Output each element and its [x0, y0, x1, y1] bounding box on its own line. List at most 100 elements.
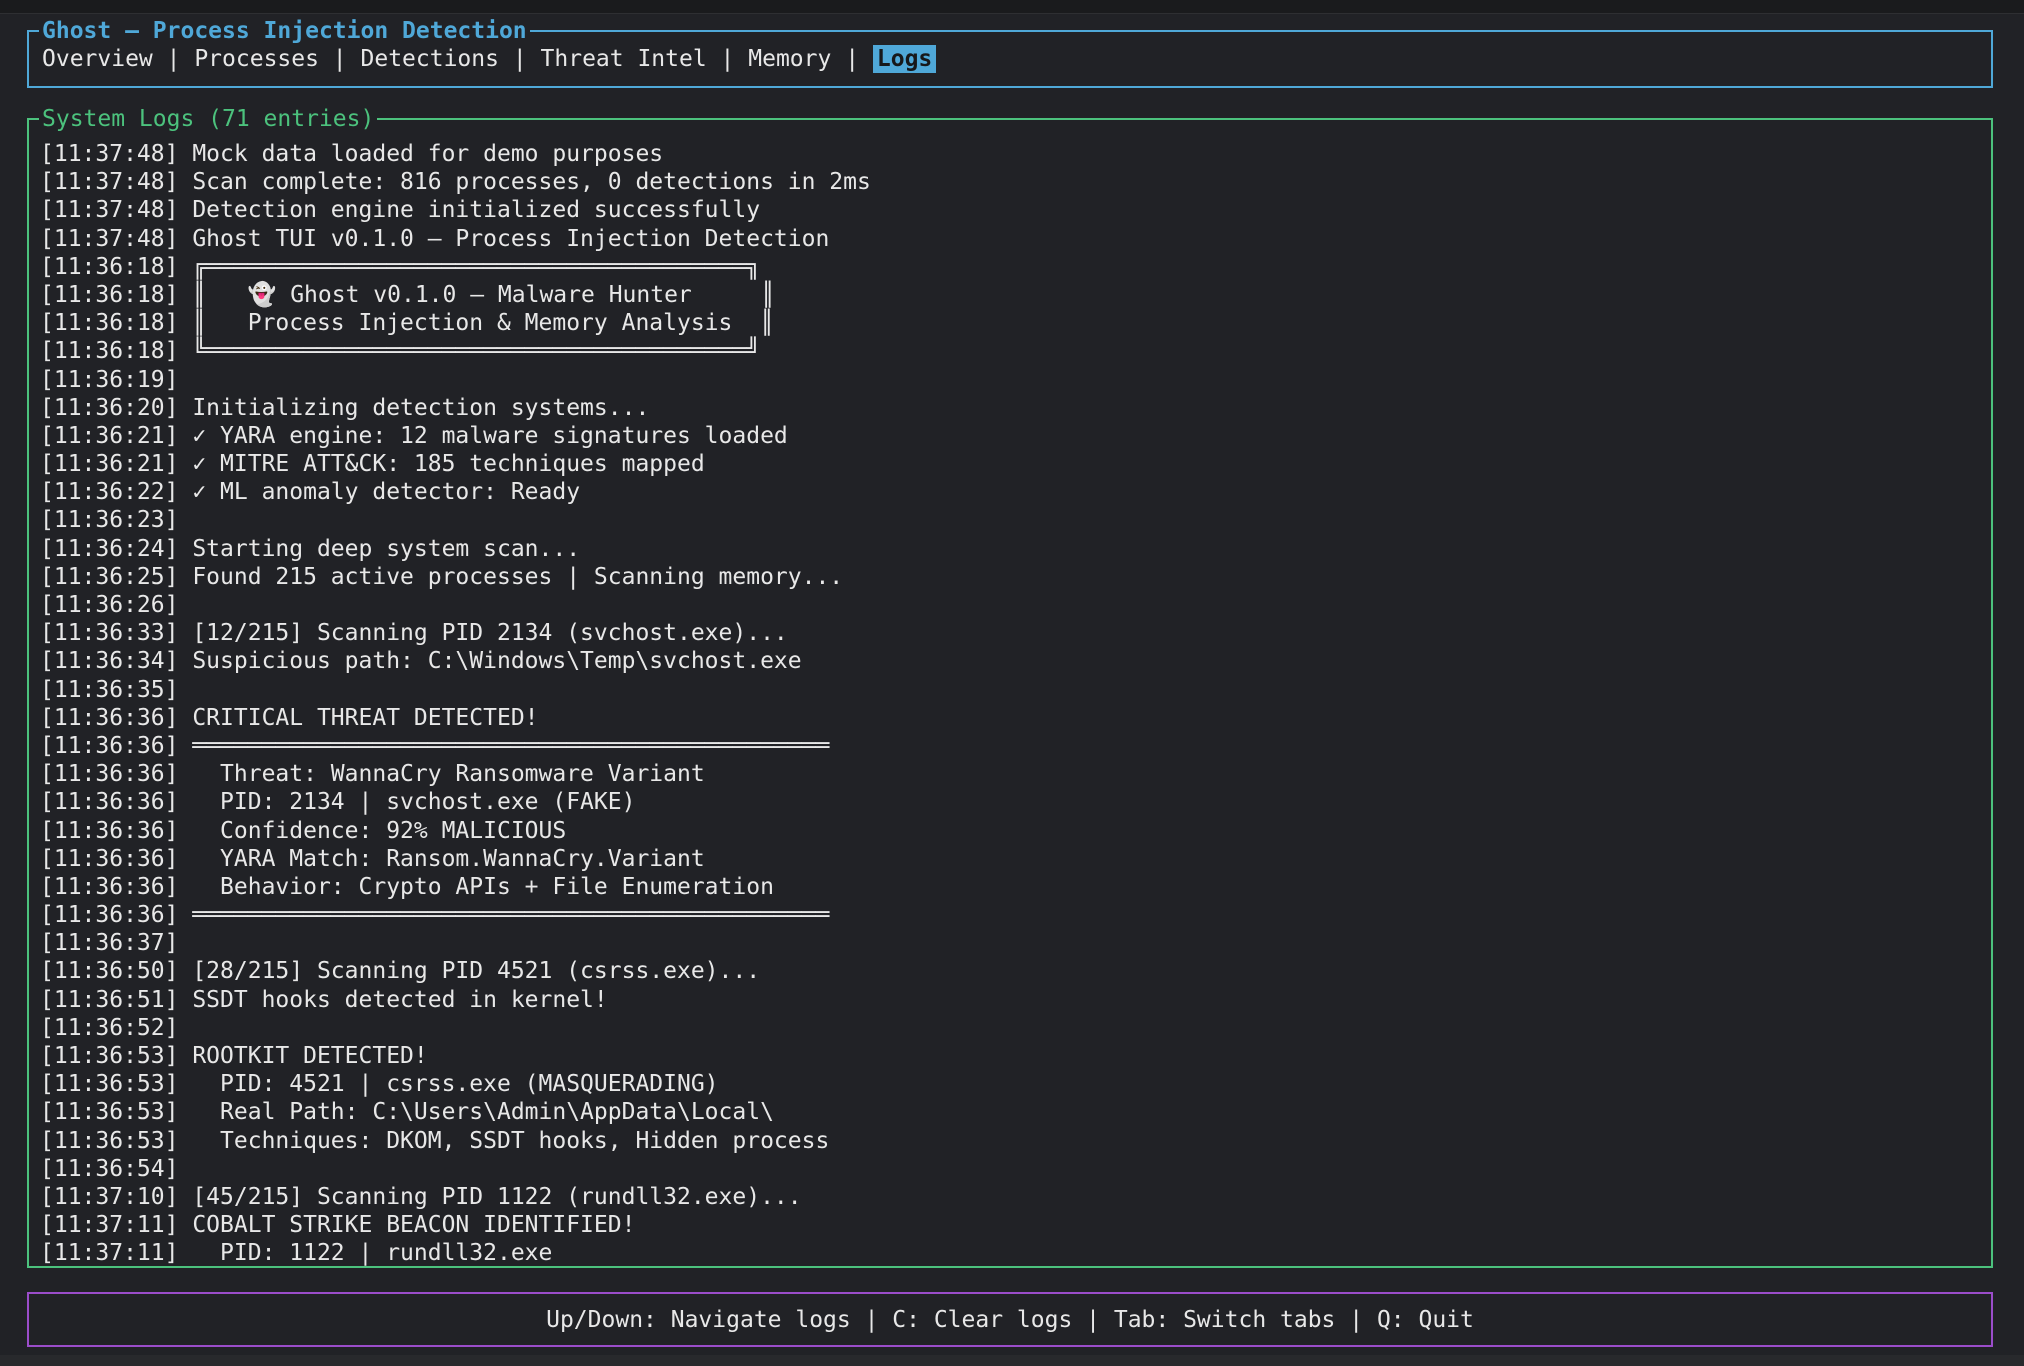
log-message: Threat: WannaCry Ransomware Variant [178, 761, 704, 787]
log-line: [11:36:23] [40, 506, 1981, 534]
log-message: Mock data loaded for demo purposes [178, 141, 663, 167]
log-timestamp: [11:36:34] [40, 648, 178, 674]
log-timestamp: [11:36:36] [40, 761, 178, 787]
log-message: ════════════════════════════════════════… [178, 902, 829, 928]
log-timestamp: [11:36:53] [40, 1099, 178, 1125]
log-message: ✓ YARA engine: 12 malware signatures loa… [178, 423, 787, 449]
tab-separator: | [153, 46, 195, 72]
tab-detections[interactable]: Detections [361, 46, 499, 72]
log-message [178, 507, 192, 533]
tab-separator: | [319, 46, 361, 72]
log-line: [11:36:18] ╚════════════════════════════… [40, 337, 1981, 365]
log-line: [11:36:37] [40, 929, 1981, 957]
tab-separator: | [831, 46, 873, 72]
log-line: [11:36:20] Initializing detection system… [40, 394, 1981, 422]
window-top-edge [0, 0, 2024, 14]
log-line: [11:36:54] [40, 1155, 1981, 1183]
tab-logs[interactable]: Logs [873, 45, 936, 73]
log-timestamp: [11:36:36] [40, 874, 178, 900]
log-timestamp: [11:36:37] [40, 930, 178, 956]
keybind-help: Up/Down: Navigate logs | C: Clear logs |… [29, 1294, 1991, 1345]
log-line: [11:36:36] Threat: WannaCry Ransomware V… [40, 760, 1981, 788]
log-message: SSDT hooks detected in kernel! [178, 987, 607, 1013]
logs-panel: System Logs (71 entries) [11:37:48] Mock… [27, 118, 1993, 1268]
log-timestamp: [11:36:33] [40, 620, 178, 646]
log-timestamp: [11:36:20] [40, 395, 178, 421]
log-timestamp: [11:37:48] [40, 141, 178, 167]
tab-bar: Ghost — Process Injection Detection Over… [27, 30, 1993, 88]
log-line: [11:36:52] [40, 1014, 1981, 1042]
log-message: ════════════════════════════════════════… [178, 733, 829, 759]
log-message [178, 930, 192, 956]
tab-overview[interactable]: Overview [42, 46, 153, 72]
log-line: [11:36:36] PID: 2134 | svchost.exe (FAKE… [40, 788, 1981, 816]
log-message: Scan complete: 816 processes, 0 detectio… [178, 169, 870, 195]
log-line: [11:36:18] ║ Process Injection & Memory … [40, 309, 1981, 337]
log-message: PID: 2134 | svchost.exe (FAKE) [178, 789, 635, 815]
log-line: [11:36:33] [12/215] Scanning PID 2134 (s… [40, 619, 1981, 647]
log-line: [11:36:35] [40, 676, 1981, 704]
log-message: Initializing detection systems... [178, 395, 649, 421]
log-message: ║ 👻 Ghost v0.1.0 — Malware Hunter ║ [178, 282, 774, 308]
log-line: [11:37:48] Detection engine initialized … [40, 196, 1981, 224]
log-message [178, 1156, 192, 1182]
log-message: PID: 1122 | rundll32.exe [178, 1240, 552, 1266]
log-line: [11:37:11] PID: 1122 | rundll32.exe [40, 1239, 1981, 1266]
log-line: [11:36:26] [40, 591, 1981, 619]
log-message: Behavior: Crypto APIs + File Enumeration [178, 874, 773, 900]
log-message: ROOTKIT DETECTED! [178, 1043, 427, 1069]
log-line: [11:37:48] Scan complete: 816 processes,… [40, 168, 1981, 196]
log-message: PID: 4521 | csrss.exe (MASQUERADING) [178, 1071, 718, 1097]
log-timestamp: [11:36:36] [40, 789, 178, 815]
log-message: CRITICAL THREAT DETECTED! [178, 705, 538, 731]
log-line: [11:36:36] ═════════════════════════════… [40, 901, 1981, 929]
footer-bar: Up/Down: Navigate logs | C: Clear logs |… [27, 1292, 1993, 1347]
log-line: [11:36:24] Starting deep system scan... [40, 535, 1981, 563]
log-message: [12/215] Scanning PID 2134 (svchost.exe)… [178, 620, 787, 646]
log-message: ✓ MITRE ATT&CK: 185 techniques mapped [178, 451, 704, 477]
log-message: Detection engine initialized successfull… [178, 197, 760, 223]
log-timestamp: [11:36:18] [40, 282, 178, 308]
log-timestamp: [11:37:48] [40, 226, 178, 252]
log-message: Suspicious path: C:\Windows\Temp\svchost… [178, 648, 801, 674]
log-timestamp: [11:36:18] [40, 338, 178, 364]
log-line: [11:36:36] ═════════════════════════════… [40, 732, 1981, 760]
log-line: [11:36:19] [40, 366, 1981, 394]
log-timestamp: [11:36:50] [40, 958, 178, 984]
log-list[interactable]: [11:37:48] Mock data loaded for demo pur… [29, 120, 1991, 1266]
log-message: ╔═══════════════════════════════════════… [178, 254, 760, 280]
log-timestamp: [11:36:52] [40, 1015, 178, 1041]
tab-processes[interactable]: Processes [194, 46, 319, 72]
tab-separator: | [707, 46, 749, 72]
log-timestamp: [11:36:36] [40, 705, 178, 731]
tab-threat-intel[interactable]: Threat Intel [541, 46, 707, 72]
log-timestamp: [11:36:23] [40, 507, 178, 533]
log-line: [11:36:53] Techniques: DKOM, SSDT hooks,… [40, 1127, 1981, 1155]
app-title: Ghost — Process Injection Detection [39, 16, 530, 46]
log-line: [11:36:36] CRITICAL THREAT DETECTED! [40, 704, 1981, 732]
log-timestamp: [11:37:48] [40, 197, 178, 223]
log-line: [11:37:10] [45/215] Scanning PID 1122 (r… [40, 1183, 1981, 1211]
log-timestamp: [11:37:48] [40, 169, 178, 195]
log-line: [11:36:18] ╔════════════════════════════… [40, 253, 1981, 281]
log-timestamp: [11:36:51] [40, 987, 178, 1013]
log-line: [11:36:21] ✓ YARA engine: 12 malware sig… [40, 422, 1981, 450]
log-timestamp: [11:36:36] [40, 902, 178, 928]
log-timestamp: [11:36:21] [40, 451, 178, 477]
log-line: [11:36:22] ✓ ML anomaly detector: Ready [40, 478, 1981, 506]
log-timestamp: [11:36:53] [40, 1128, 178, 1154]
log-message [178, 592, 192, 618]
log-line: [11:37:11] COBALT STRIKE BEACON IDENTIFI… [40, 1211, 1981, 1239]
log-timestamp: [11:36:36] [40, 818, 178, 844]
log-message: ╚═══════════════════════════════════════… [178, 338, 760, 364]
log-message [178, 1015, 192, 1041]
tab-memory[interactable]: Memory [748, 46, 831, 72]
log-message [178, 677, 192, 703]
log-message: [28/215] Scanning PID 4521 (csrss.exe)..… [178, 958, 760, 984]
log-timestamp: [11:36:22] [40, 479, 178, 505]
log-message: COBALT STRIKE BEACON IDENTIFIED! [178, 1212, 635, 1238]
log-line: [11:36:18] ║ 👻 Ghost v0.1.0 — Malware Hu… [40, 281, 1981, 309]
log-line: [11:36:53] PID: 4521 | csrss.exe (MASQUE… [40, 1070, 1981, 1098]
log-timestamp: [11:36:36] [40, 846, 178, 872]
log-message: Found 215 active processes | Scanning me… [178, 564, 843, 590]
